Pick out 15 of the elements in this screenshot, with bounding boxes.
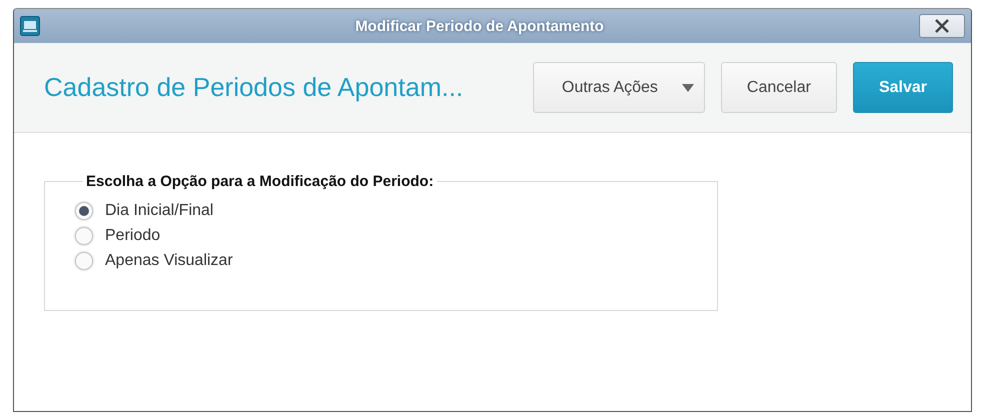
window-title: Modificar Periodo de Apontamento [354,18,605,34]
caret-icon [682,84,694,92]
actions-dropdown[interactable]: Outras Ações [532,62,705,113]
radio-button[interactable] [75,202,93,220]
close-button[interactable] [919,14,965,38]
radio-button[interactable] [75,226,93,244]
radio-label: Apenas Visualizar [105,252,233,270]
close-icon [934,19,950,33]
radio-label: Dia Inicial/Final [105,202,214,220]
group-legend: Escolha a Opção para a Modificação do Periodo: [83,173,437,190]
radio-label: Periodo [105,226,160,244]
page-title: Cadastro de Periodos de Apontam... [44,72,464,103]
monitor-icon [20,16,40,36]
cancel-button[interactable]: Cancelar [720,62,837,113]
radio-button[interactable] [75,252,93,270]
